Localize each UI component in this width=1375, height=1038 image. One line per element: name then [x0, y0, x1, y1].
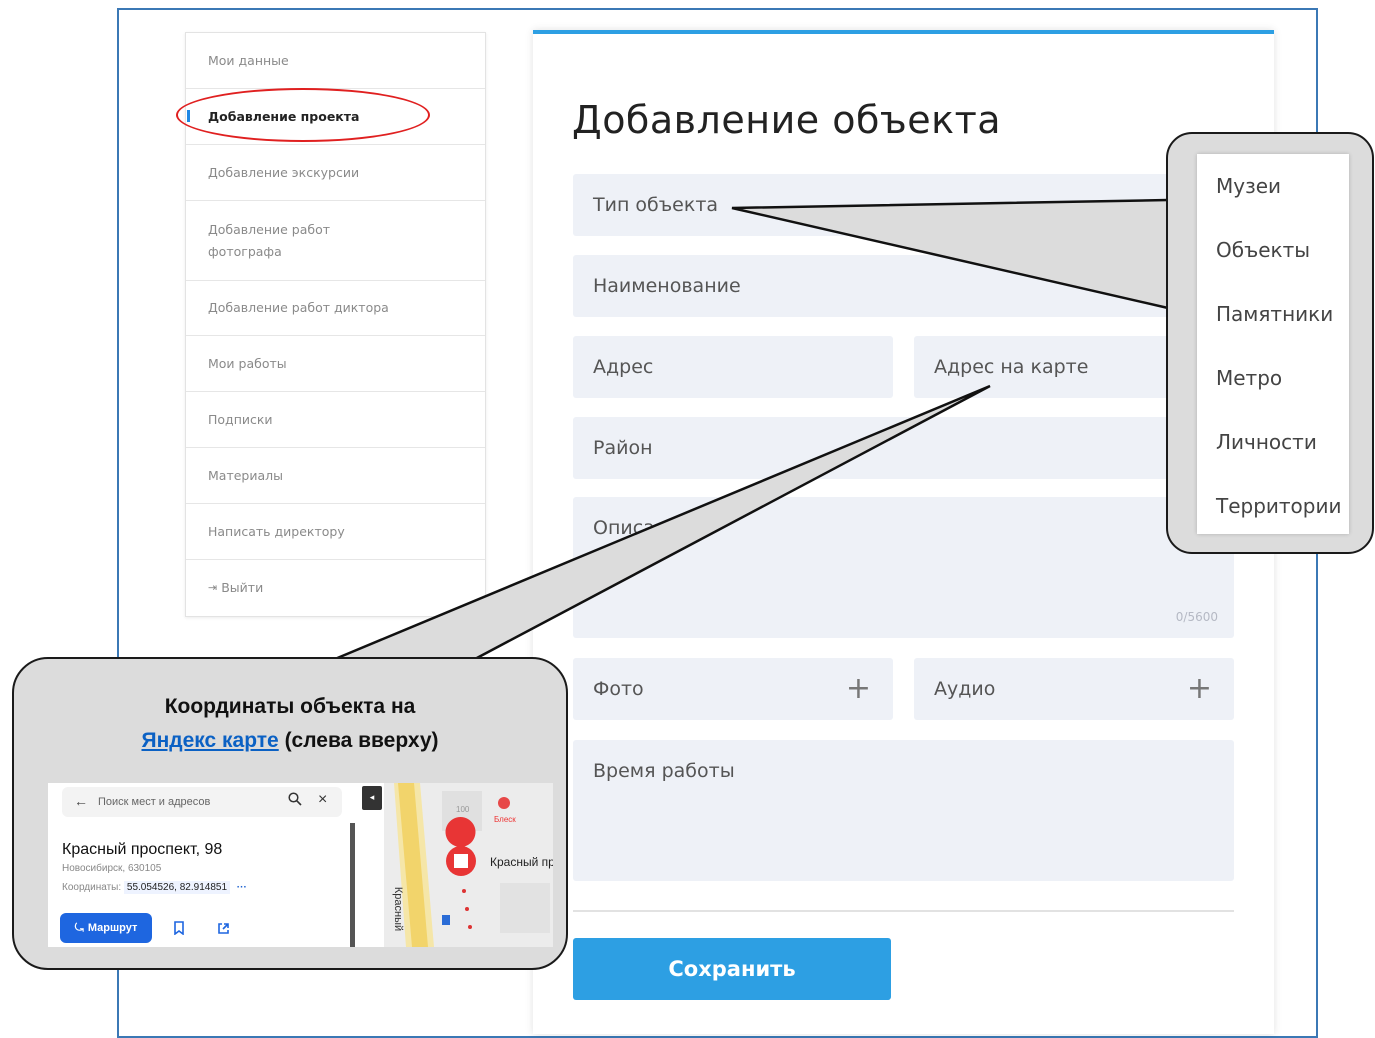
callout-line2: Яндекс карте (слева вверху) [12, 724, 568, 758]
callout-line2-rest: (слева вверху) [278, 729, 439, 752]
left-callout-pointer-outline [334, 384, 991, 661]
search-icon[interactable] [288, 792, 302, 806]
map-street-label: Красный пр [490, 855, 553, 869]
map-shop-label: Блеск [494, 815, 516, 824]
bookmark-icon[interactable] [164, 913, 194, 943]
yandex-search-placeholder: Поиск мест и адресов [98, 796, 211, 808]
map-vertical-street: Красный [392, 886, 405, 932]
coords-label: Координаты: [62, 882, 122, 893]
yandex-search-box[interactable]: ← Поиск мест и адресов × [62, 787, 342, 817]
route-label: Маршрут [87, 922, 138, 934]
type-options-dropdown: Музеи Объекты Памятники Метро Личности Т… [1197, 154, 1349, 534]
yandex-address-title: Красный проспект, 98 [62, 841, 223, 858]
coords-value[interactable]: 55.054526, 82.914851 [123, 881, 231, 894]
route-icon: ⤿ [74, 921, 84, 934]
close-icon[interactable]: × [318, 791, 327, 809]
panel-scrollbar[interactable] [350, 823, 355, 947]
option-territories[interactable]: Территории [1216, 494, 1342, 518]
yandex-coordinates: Координаты: 55.054526, 82.914851 ··· [62, 881, 247, 894]
callout-line1: Координаты объекта на [164, 695, 416, 718]
map-house-number: 100 [456, 805, 470, 814]
more-icon[interactable]: ··· [237, 882, 247, 893]
yandex-city: Новосибирск, 630105 [62, 863, 162, 874]
share-icon[interactable] [208, 913, 238, 943]
option-metro[interactable]: Метро [1216, 366, 1282, 390]
option-personalities[interactable]: Личности [1216, 430, 1317, 454]
yandex-map-view[interactable]: 100 Блеск Красный пр Красный [384, 783, 553, 947]
option-monuments[interactable]: Памятники [1216, 302, 1333, 326]
option-objects[interactable]: Объекты [1216, 238, 1310, 262]
yandex-map-link[interactable]: Яндекс карте [141, 729, 278, 752]
yandex-map-screenshot: ← Поиск мест и адресов × Красный проспек… [48, 783, 553, 947]
callout-text: Координаты объекта на Яндекс карте (слев… [12, 690, 568, 758]
route-button[interactable]: ⤿ Маршрут [60, 913, 152, 943]
collapse-panel-icon[interactable]: ◂ [362, 786, 382, 810]
option-museums[interactable]: Музеи [1216, 174, 1281, 198]
back-arrow-icon[interactable]: ← [74, 793, 88, 809]
